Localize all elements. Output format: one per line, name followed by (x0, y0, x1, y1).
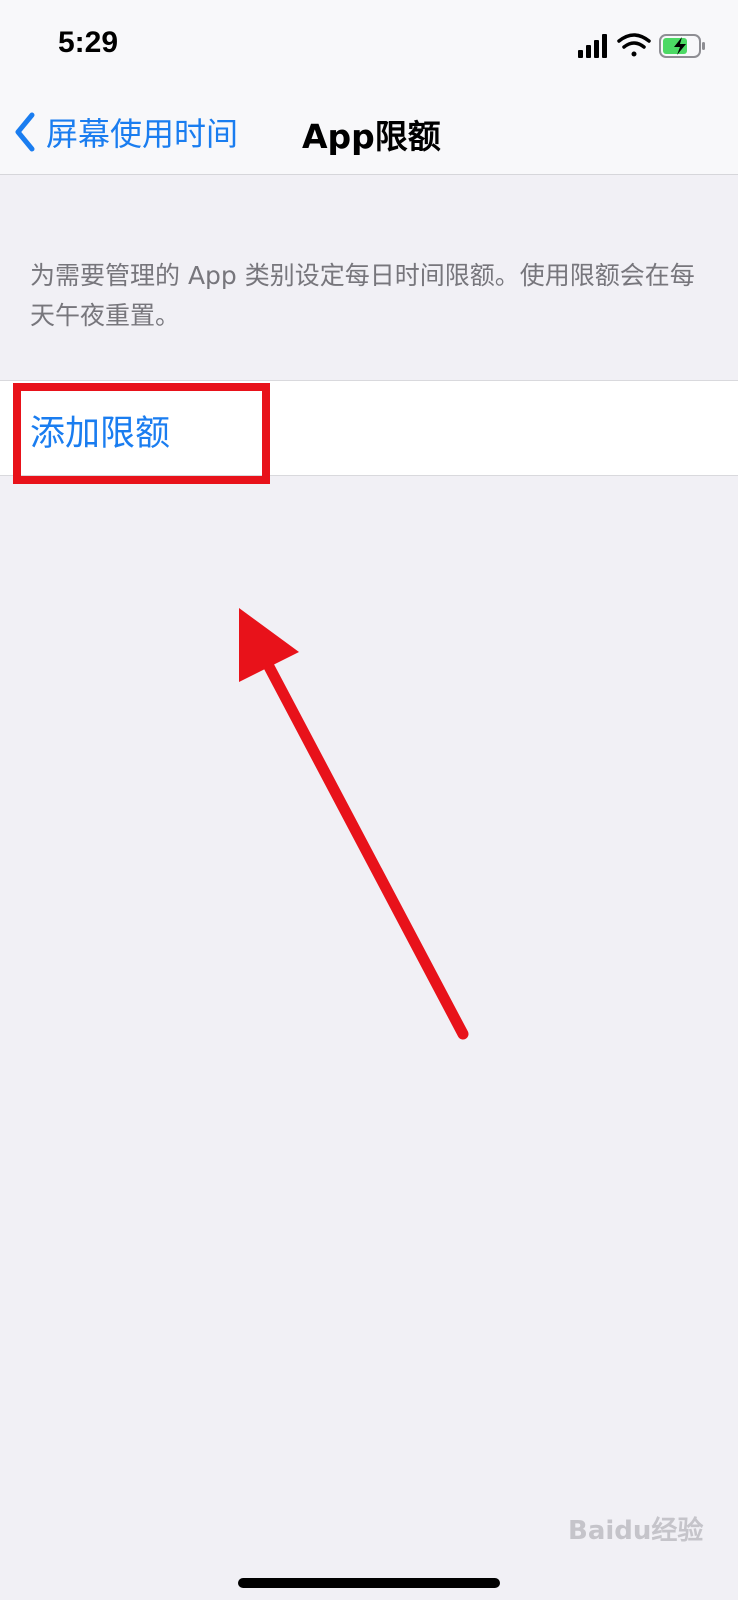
home-indicator[interactable] (238, 1578, 500, 1588)
baidu-watermark: Baidu经验 (568, 1516, 704, 1546)
annotation-arrow (239, 608, 469, 1040)
